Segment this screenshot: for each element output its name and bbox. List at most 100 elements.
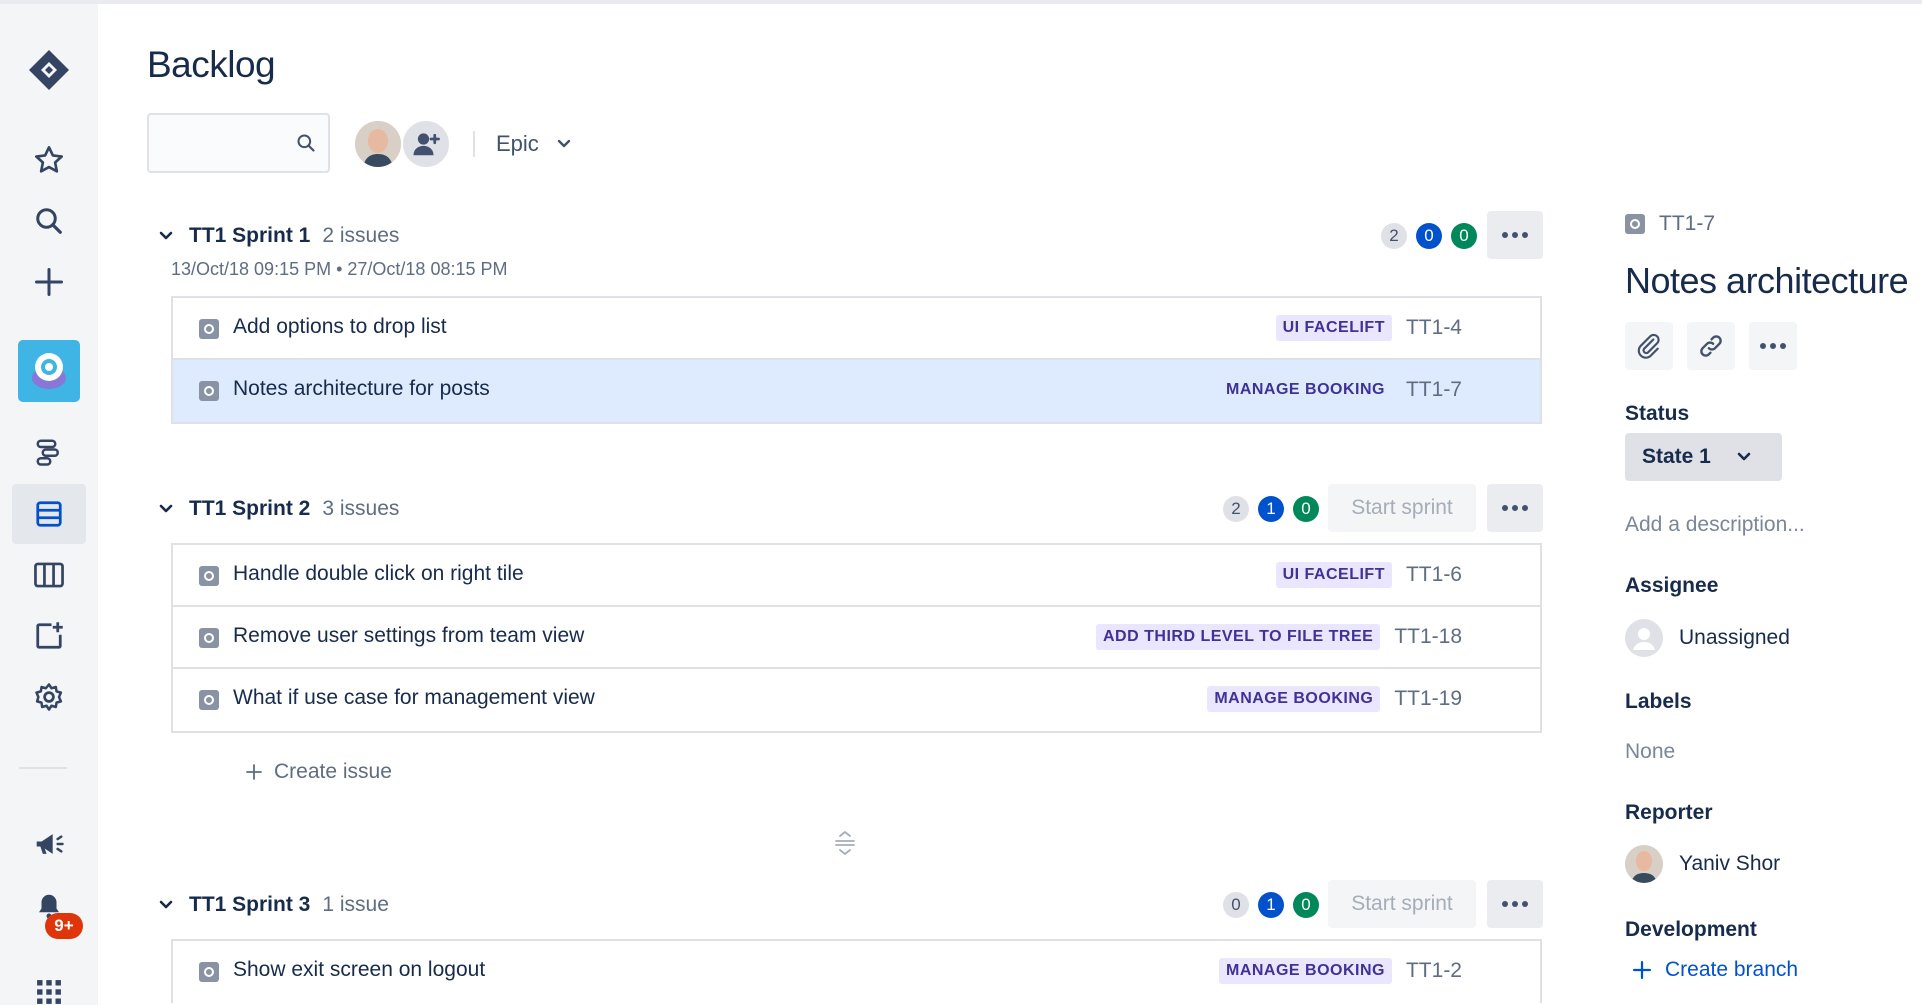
sprint-more-button[interactable] [1487,211,1543,259]
issue-summary: Remove user settings from team view [233,624,585,647]
epic-lozenge[interactable]: MANAGE BOOKING [1207,686,1381,712]
sprint-name: TT1 Sprint 3 [189,893,311,916]
reporter-label: Reporter [1625,801,1713,824]
issue-summary: Handle double click on right tile [233,562,524,585]
status-dropdown[interactable]: State 1 [1625,433,1782,481]
todo-count-badge: 2 [1381,223,1407,249]
issue-key[interactable]: TT1-4 [1406,316,1462,340]
detail-issue-key[interactable]: TT1-7 [1625,212,1715,236]
issue-row[interactable]: Handle double click on right tile UI FAC… [173,545,1540,607]
issue-row-selected[interactable]: Notes architecture for posts MANAGE BOOK… [173,360,1540,422]
link-icon [1700,335,1722,357]
issue-detail-panel: TT1-7 Notes architecture Status State 1 … [1625,0,1922,1005]
start-sprint-button[interactable]: Start sprint [1328,484,1476,532]
more-icon [1502,232,1528,238]
task-type-icon [199,962,219,982]
create-branch-label: Create branch [1665,958,1799,981]
chevron-down-icon[interactable] [155,504,177,514]
notification-count-badge: 9+ [45,913,83,939]
sprint-header[interactable]: TT1 Sprint 2 3 issues [155,489,399,529]
star-icon[interactable] [12,130,86,190]
sprint-more-button[interactable] [1487,484,1543,532]
status-value: State 1 [1642,445,1711,468]
plus-icon[interactable] [12,252,86,312]
issue-key[interactable]: TT1-18 [1394,625,1462,649]
detail-key-text[interactable]: TT1-7 [1659,212,1715,236]
more-icon [1760,343,1786,349]
detail-title[interactable]: Notes architecture [1625,260,1909,302]
issue-row[interactable]: What if use case for management view MAN… [173,669,1540,731]
nav-divider [19,767,67,769]
issue-key[interactable]: TT1-19 [1394,687,1462,711]
megaphone-icon[interactable] [12,814,86,874]
epic-filter-dropdown[interactable]: Epic [496,128,571,160]
project-avatar-icon[interactable] [18,340,80,402]
page-title: Backlog [147,44,276,85]
app-switcher-icon[interactable] [12,962,86,1005]
board-icon[interactable] [12,545,86,605]
issue-key[interactable]: TT1-6 [1406,563,1462,587]
sprint-more-button[interactable] [1487,880,1543,928]
create-branch-link[interactable]: Create branch [1633,958,1798,982]
epic-lozenge[interactable]: MANAGE BOOKING [1218,958,1392,984]
drag-handle-icon[interactable] [834,830,856,861]
todo-count-badge: 0 [1223,892,1249,918]
user-avatar[interactable] [353,119,403,169]
link-button[interactable] [1687,322,1735,370]
chevron-down-icon [1737,452,1751,461]
paperclip-icon [1637,333,1660,359]
done-count-badge: 0 [1293,892,1319,918]
global-sidebar: 9+ [0,4,98,1005]
add-people-icon[interactable] [401,119,451,169]
search-icon [296,133,316,158]
labels-value[interactable]: None [1625,740,1675,764]
sprint-header[interactable]: TT1 Sprint 1 2 issues [155,216,399,256]
issue-key[interactable]: TT1-7 [1406,378,1462,402]
reporter-avatar [1625,845,1663,883]
epic-lozenge[interactable]: ADD THIRD LEVEL TO FILE TREE [1096,624,1381,650]
issue-row[interactable]: Add options to drop list UI FACELIFT TT1… [173,298,1540,360]
plus-icon [246,764,262,780]
chevron-down-icon[interactable] [155,900,177,910]
start-sprint-button[interactable]: Start sprint [1328,880,1476,928]
status-label: Status [1625,402,1690,425]
labels-label: Labels [1625,690,1692,713]
search-field[interactable] [147,113,330,173]
settings-icon[interactable] [12,667,86,727]
detail-more-button[interactable] [1749,322,1797,370]
more-icon [1502,901,1528,907]
chevron-down-icon [557,139,570,148]
add-item-icon[interactable] [12,606,86,666]
assignee-value: Unassigned [1679,626,1790,649]
issue-summary: Notes architecture for posts [233,377,490,400]
sprint-issue-list: Add options to drop list UI FACELIFT TT1… [171,296,1542,424]
epic-lozenge[interactable]: UI FACELIFT [1275,562,1392,588]
jira-logo-icon[interactable] [12,40,86,100]
search-icon[interactable] [12,191,86,251]
task-type-icon [1625,214,1645,234]
create-issue-button[interactable]: Create issue [246,760,392,784]
epic-filter-label: Epic [496,131,539,156]
issue-row[interactable]: Show exit screen on logout MANAGE BOOKIN… [173,941,1540,1003]
todo-count-badge: 2 [1223,496,1249,522]
backlog-icon[interactable] [12,484,86,544]
roadmap-icon[interactable] [12,422,86,482]
sprint-header[interactable]: TT1 Sprint 3 1 issue [155,885,389,925]
issue-key[interactable]: TT1-2 [1406,959,1462,983]
epic-lozenge[interactable]: MANAGE BOOKING [1219,377,1392,403]
unassigned-avatar-icon [1625,619,1663,657]
sprint-issue-list: Show exit screen on logout MANAGE BOOKIN… [171,939,1542,1003]
assignee-field[interactable]: Unassigned [1625,619,1790,657]
epic-lozenge[interactable]: UI FACELIFT [1275,315,1392,341]
description-field[interactable]: Add a description... [1625,513,1805,537]
in-progress-count-badge: 1 [1258,892,1284,918]
task-type-icon [199,381,219,401]
attach-button[interactable] [1625,322,1673,370]
issue-row[interactable]: Remove user settings from team view ADD … [173,607,1540,669]
search-input[interactable] [159,129,289,157]
reporter-field[interactable]: Yaniv Shor [1625,845,1780,883]
chevron-down-icon[interactable] [155,231,177,241]
header-separator [473,131,475,157]
sprint-issue-count: 1 issue [322,893,389,916]
issue-summary: What if use case for management view [233,686,595,709]
